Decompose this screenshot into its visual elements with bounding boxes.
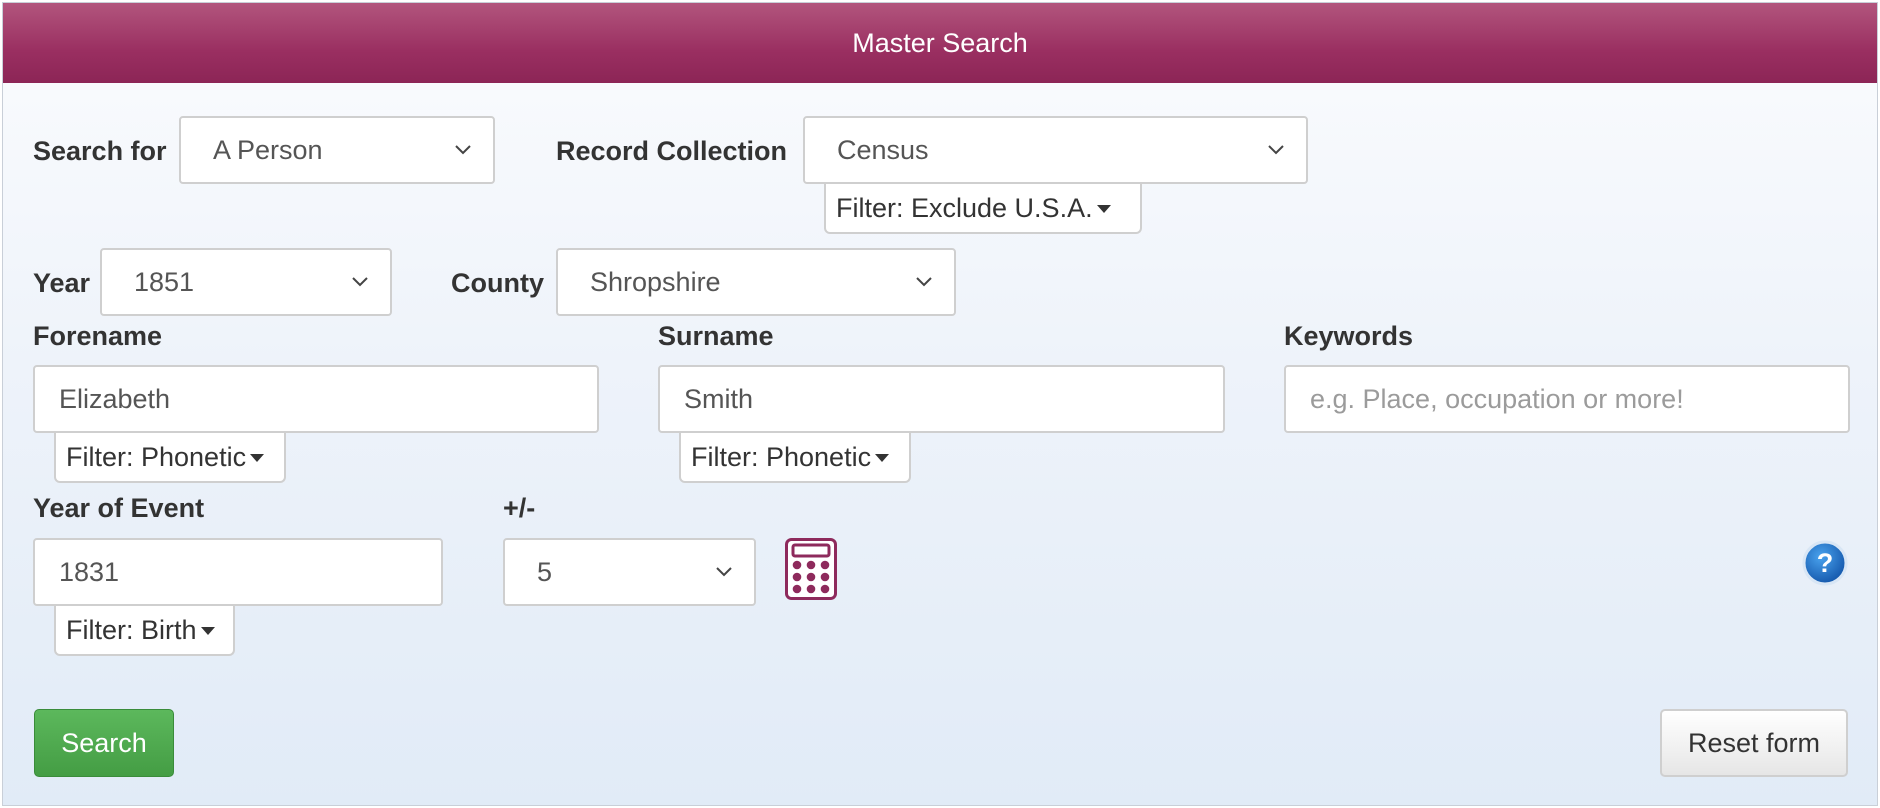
- plus-minus-label: +/-: [503, 493, 536, 523]
- county-value: Shropshire: [590, 267, 721, 297]
- forename-label: Forename: [33, 321, 163, 351]
- keywords-label: Keywords: [1284, 321, 1414, 351]
- year-of-event-input[interactable]: 1831: [33, 538, 443, 606]
- plus-minus-value: 5: [537, 557, 553, 587]
- chevron-down-icon: [455, 145, 471, 155]
- search-for-value: A Person: [213, 135, 323, 165]
- reset-form-button[interactable]: Reset form: [1660, 709, 1848, 777]
- caret-down-icon: [875, 453, 890, 462]
- svg-text:?: ?: [1817, 548, 1834, 578]
- county-select[interactable]: Shropshire: [556, 248, 956, 316]
- county-label: County: [451, 268, 544, 298]
- surname-filter-dropdown[interactable]: Filter: Phonetic: [679, 433, 911, 483]
- search-for-label: Search for: [33, 136, 167, 166]
- year-label: Year: [33, 268, 91, 298]
- record-collection-label: Record Collection: [556, 136, 788, 166]
- chevron-down-icon: [352, 277, 368, 287]
- year-value: 1851: [134, 267, 195, 297]
- panel-header: Master Search: [3, 3, 1877, 83]
- record-collection-filter-dropdown[interactable]: Filter: Exclude U.S.A.: [824, 184, 1142, 234]
- chevron-down-icon: [716, 567, 732, 577]
- help-icon[interactable]: ?: [1802, 540, 1848, 586]
- chevron-down-icon: [1268, 145, 1284, 155]
- surname-input[interactable]: Smith: [658, 365, 1225, 433]
- search-for-select[interactable]: A Person: [179, 116, 495, 184]
- forename-input[interactable]: Elizabeth: [33, 365, 599, 433]
- forename-filter-dropdown[interactable]: Filter: Phonetic: [54, 433, 286, 483]
- caret-down-icon: [250, 453, 265, 462]
- master-search-panel: Master Search Search for A Person Record…: [2, 2, 1878, 806]
- chevron-down-icon: [916, 277, 932, 287]
- year-select[interactable]: 1851: [100, 248, 392, 316]
- calculator-icon[interactable]: [785, 538, 837, 600]
- record-collection-filter-label: Filter: Exclude U.S.A.: [836, 193, 1093, 223]
- forename-filter-label: Filter: Phonetic: [66, 442, 247, 472]
- plus-minus-select[interactable]: 5: [503, 538, 756, 606]
- search-button[interactable]: Search: [34, 709, 174, 777]
- surname-label: Surname: [658, 321, 774, 351]
- keywords-input[interactable]: e.g. Place, occupation or more!: [1284, 365, 1850, 433]
- record-collection-select[interactable]: Census: [803, 116, 1308, 184]
- surname-filter-label: Filter: Phonetic: [691, 442, 872, 472]
- caret-down-icon: [200, 626, 215, 635]
- caret-down-icon: [1096, 204, 1111, 213]
- year-of-event-label: Year of Event: [33, 493, 205, 523]
- record-collection-value: Census: [837, 135, 929, 165]
- year-of-event-filter-dropdown[interactable]: Filter: Birth: [54, 606, 235, 656]
- year-of-event-filter-label: Filter: Birth: [66, 615, 197, 645]
